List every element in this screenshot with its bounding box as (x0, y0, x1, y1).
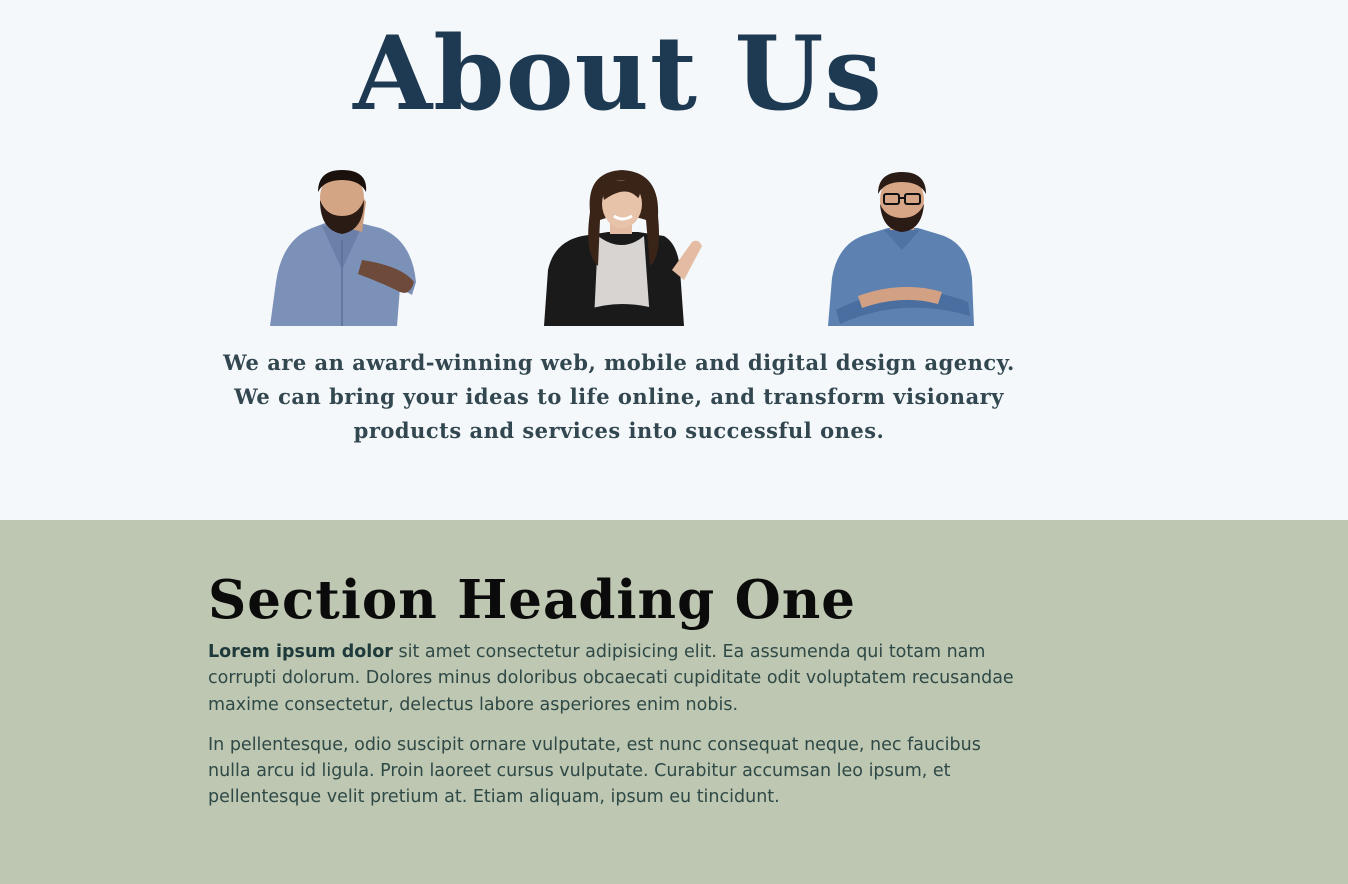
section-body: Lorem ipsum dolor sit amet consectetur a… (208, 639, 1028, 825)
team-photo-man-beard (262, 170, 422, 328)
team-photo-man-glasses (822, 170, 982, 328)
about-section: About Us We are an award-winning web, mo… (0, 0, 1348, 520)
about-title: About Us (353, 14, 883, 134)
team-photos (0, 170, 1348, 330)
section-paragraph-2: In pellentesque, odio suscipit ornare vu… (208, 734, 981, 808)
content-section: Section Heading One Lorem ipsum dolor si… (0, 520, 1348, 884)
paragraph-lead: Lorem ipsum dolor (208, 642, 393, 662)
section-heading: Section Heading One (208, 569, 857, 631)
team-photo-woman (542, 170, 702, 328)
about-intro: We are an award-winning web, mobile and … (223, 350, 1015, 443)
section-paragraph-1: Lorem ipsum dolor sit amet consectetur a… (208, 639, 1028, 718)
